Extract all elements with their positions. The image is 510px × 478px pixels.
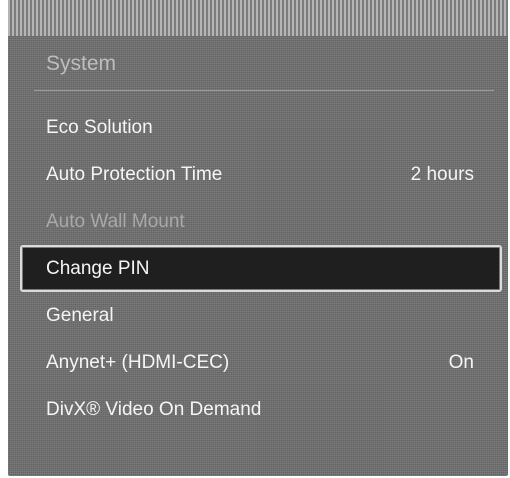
menu-item-label: Auto Wall Mount [46, 210, 185, 232]
menu-item-label: Auto Protection Time [46, 163, 223, 185]
menu-item-eco-solution[interactable]: Eco Solution [22, 104, 500, 151]
menu-title: System [46, 52, 117, 75]
menu-item-general[interactable]: General [22, 292, 500, 339]
menu-item-label: General [46, 304, 114, 326]
system-menu-panel: System Eco Solution Auto Protection Time… [8, 0, 508, 476]
menu-list: Eco Solution Auto Protection Time 2 hour… [20, 104, 502, 433]
menu-item-label: Change PIN [46, 257, 150, 279]
header-band [8, 0, 508, 36]
menu-item-divx-video-on-demand[interactable]: DivX® Video On Demand [22, 386, 500, 433]
menu-item-label: DivX® Video On Demand [46, 398, 262, 420]
menu-item-change-pin[interactable]: Change PIN [20, 245, 502, 292]
menu-item-label: Eco Solution [46, 116, 153, 138]
title-divider [34, 90, 494, 91]
menu-item-anynet-hdmi-cec[interactable]: Anynet+ (HDMI-CEC) On [22, 339, 500, 386]
menu-item-label: Anynet+ (HDMI-CEC) [46, 351, 230, 373]
menu-item-auto-wall-mount: Auto Wall Mount [22, 198, 500, 245]
menu-item-auto-protection-time[interactable]: Auto Protection Time 2 hours [22, 151, 500, 198]
menu-item-value: On [448, 351, 474, 373]
menu-item-value: 2 hours [410, 163, 474, 185]
